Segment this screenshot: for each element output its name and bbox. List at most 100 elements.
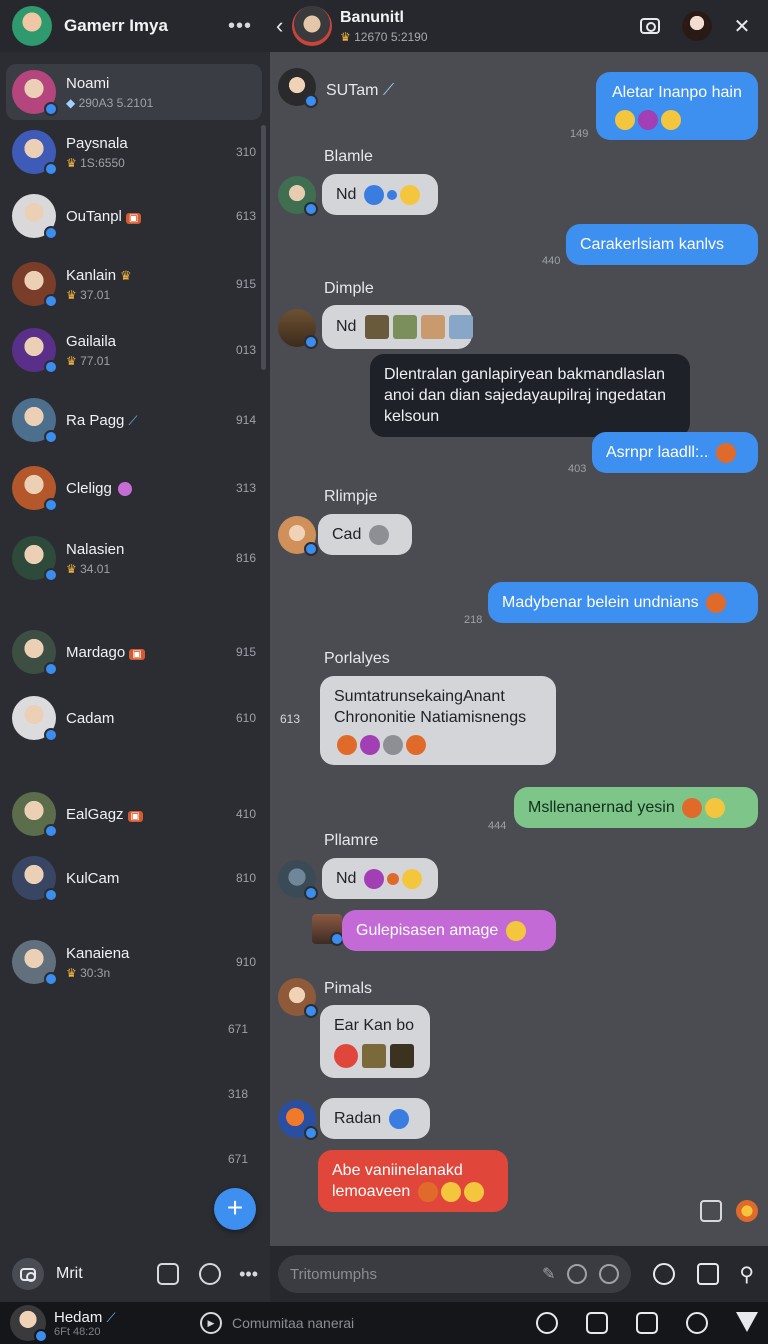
chat-avatar bbox=[12, 130, 58, 176]
message-text: Cad bbox=[332, 526, 362, 543]
contact-status: 12670 5:2190 bbox=[354, 29, 428, 44]
smiley-icon[interactable] bbox=[536, 1312, 558, 1334]
message-bubble[interactable]: SumtatrunsekaingAnant Chrononitie Natiam… bbox=[320, 676, 556, 765]
emoji-icon[interactable] bbox=[599, 1264, 620, 1284]
crown-icon: ♛ bbox=[66, 155, 81, 170]
chat-list-item[interactable]: Mardago ▣ 915 bbox=[6, 624, 262, 680]
chat-list-item[interactable]: Noami ◆ 290A3 5.2101 bbox=[6, 64, 262, 120]
message-bubble[interactable]: Gulepisasen amage bbox=[342, 910, 556, 951]
chat-list-item[interactable]: Ra Pagg ⟋ 914 bbox=[6, 392, 262, 448]
sender-avatar[interactable] bbox=[278, 68, 318, 108]
gallery-icon[interactable] bbox=[700, 1200, 722, 1222]
chat-list-item[interactable]: OuTanpl ▣ 613 bbox=[6, 188, 262, 244]
message-bubble[interactable]: Aletar Inanpo hain bbox=[596, 72, 758, 140]
pin-icon[interactable]: ⚲ bbox=[739, 1262, 754, 1287]
sender-avatar[interactable] bbox=[278, 176, 318, 216]
message-bubble[interactable]: Nd bbox=[322, 858, 438, 899]
toolbar-label: Mrit bbox=[56, 1265, 83, 1282]
message-bubble[interactable]: Msllenanernad yesin bbox=[514, 787, 758, 828]
message-bubble[interactable]: Dlentralan ganlapiryean bakmandlaslan an… bbox=[370, 354, 690, 437]
chat-panel: ‹ Banunitl ♛ 12670 5:2190 ✕ SUTam ⟋ Alet… bbox=[270, 0, 768, 1246]
sender-avatar[interactable] bbox=[278, 860, 318, 900]
verified-badge-icon bbox=[44, 728, 58, 742]
sender-name: Blamle bbox=[324, 148, 373, 165]
current-user[interactable]: Hedam ⟋ 6Ft 48:20 bbox=[10, 1305, 200, 1343]
chat-list-item[interactable]: Gailaila ♛ 77.01 013 bbox=[6, 322, 262, 378]
message-bubble[interactable]: Abe vaniinelanakd lemoaveen bbox=[318, 1150, 508, 1212]
user-status: 6Ft 48:20 bbox=[54, 1325, 101, 1338]
status-text: Comumitaa nanerai bbox=[232, 1315, 355, 1331]
flag-icon: ▣ bbox=[125, 212, 142, 224]
chat-time: 410 bbox=[235, 807, 256, 821]
clock-icon[interactable] bbox=[199, 1263, 222, 1285]
sidebar-header: Gamerr Imya ••• bbox=[0, 0, 270, 52]
message-bubble[interactable]: Nd bbox=[322, 174, 438, 215]
chat-avatar bbox=[12, 262, 58, 308]
contact-avatar[interactable] bbox=[292, 6, 332, 46]
sender-avatar[interactable] bbox=[278, 978, 318, 1018]
chat-name: Cadam bbox=[66, 709, 115, 727]
chat-list-item[interactable]: Cleligg 313 bbox=[6, 460, 262, 516]
compose-icon[interactable] bbox=[157, 1263, 180, 1285]
message-input-container: ✎ bbox=[278, 1255, 632, 1293]
message-bubble[interactable]: Madybenar belein undnians bbox=[488, 582, 758, 623]
crown-icon: ♛ bbox=[66, 287, 81, 302]
chat-name: Cleligg bbox=[66, 479, 112, 497]
chat-name: EalGagz bbox=[66, 805, 124, 823]
chat-time: 313 bbox=[235, 481, 256, 495]
chat-list-item[interactable]: Paysnala ♛ 1S:6550 310 bbox=[6, 124, 262, 180]
pencil-icon[interactable]: ✎ bbox=[542, 1264, 555, 1284]
chat-sidebar: Gamerr Imya ••• Noami ◆ 290A3 5.2101 Paysn… bbox=[0, 0, 270, 1246]
chat-list-item[interactable]: EalGagz ▣ 410 bbox=[6, 786, 262, 842]
sender-avatar[interactable] bbox=[278, 516, 318, 556]
timer-icon[interactable] bbox=[567, 1264, 588, 1284]
message-time: 440 bbox=[542, 255, 561, 267]
message-bubble[interactable]: Carakerlsiam kanlvs bbox=[566, 224, 758, 265]
filter-icon[interactable] bbox=[736, 1312, 758, 1332]
mask-icon bbox=[117, 481, 132, 496]
target-icon[interactable] bbox=[686, 1312, 708, 1334]
crown-icon: ♛ bbox=[340, 29, 351, 44]
chat-time: 915 bbox=[235, 277, 256, 291]
chat-name: Ra Pagg bbox=[66, 411, 125, 429]
chat-list-item[interactable]: Nalasien ♛ 34.01 816 bbox=[6, 530, 262, 586]
camera-button[interactable] bbox=[634, 10, 666, 42]
back-button[interactable]: ‹ bbox=[276, 13, 290, 39]
message-bubble[interactable]: Nd bbox=[322, 305, 473, 349]
profile-avatar[interactable] bbox=[12, 6, 52, 46]
sparkle-icon: ⟋ bbox=[382, 82, 395, 99]
sender-avatar[interactable] bbox=[278, 309, 318, 349]
message-bubble[interactable]: Asrnpr laadll:.. bbox=[592, 432, 758, 473]
verified-badge-icon bbox=[44, 360, 58, 374]
list-time: 671 bbox=[227, 1152, 248, 1166]
sidebar-menu-button[interactable]: ••• bbox=[222, 15, 258, 38]
chat-subtitle: 30:3n bbox=[80, 965, 111, 980]
panel-icon[interactable] bbox=[636, 1312, 658, 1334]
mail-icon[interactable] bbox=[697, 1263, 720, 1285]
more-button[interactable]: ••• bbox=[239, 1264, 258, 1285]
message-text: Madybenar belein undnians bbox=[502, 594, 699, 611]
chat-list-item[interactable]: KulCam 810 bbox=[6, 850, 262, 906]
record-icon[interactable] bbox=[653, 1263, 676, 1285]
sticker-icon[interactable] bbox=[736, 1200, 758, 1222]
sender-avatar[interactable] bbox=[278, 1100, 318, 1140]
now-playing[interactable]: ▶ Comumitaa nanerai bbox=[200, 1312, 508, 1334]
sidebar-scrollbar[interactable] bbox=[261, 125, 266, 370]
chat-avatar bbox=[12, 398, 58, 444]
message-bubble[interactable]: Ear Kan bo bbox=[320, 1005, 430, 1078]
sender-avatar[interactable] bbox=[312, 914, 344, 946]
chat-list-item[interactable]: Cadam 610 bbox=[6, 690, 262, 746]
message-bubble[interactable]: Cad bbox=[318, 514, 412, 555]
chat-list-item[interactable]: Kanaiena ♛ 30:3n 910 bbox=[6, 934, 262, 990]
sparkle-icon: ⟋ bbox=[106, 1309, 116, 1325]
layout-icon[interactable] bbox=[586, 1312, 608, 1334]
close-button[interactable]: ✕ bbox=[726, 10, 758, 42]
header-profile-button[interactable] bbox=[680, 10, 712, 42]
chat-list-item[interactable]: Kanlain ♛ ♛ 37.01 915 bbox=[6, 256, 262, 312]
chat-time: 915 bbox=[235, 645, 256, 659]
camera-button[interactable] bbox=[12, 1258, 44, 1290]
new-chat-button[interactable]: + bbox=[214, 1188, 256, 1230]
message-bubble[interactable]: Radan bbox=[320, 1098, 430, 1139]
message-input[interactable] bbox=[290, 1265, 534, 1283]
chat-time: 310 bbox=[235, 145, 256, 159]
